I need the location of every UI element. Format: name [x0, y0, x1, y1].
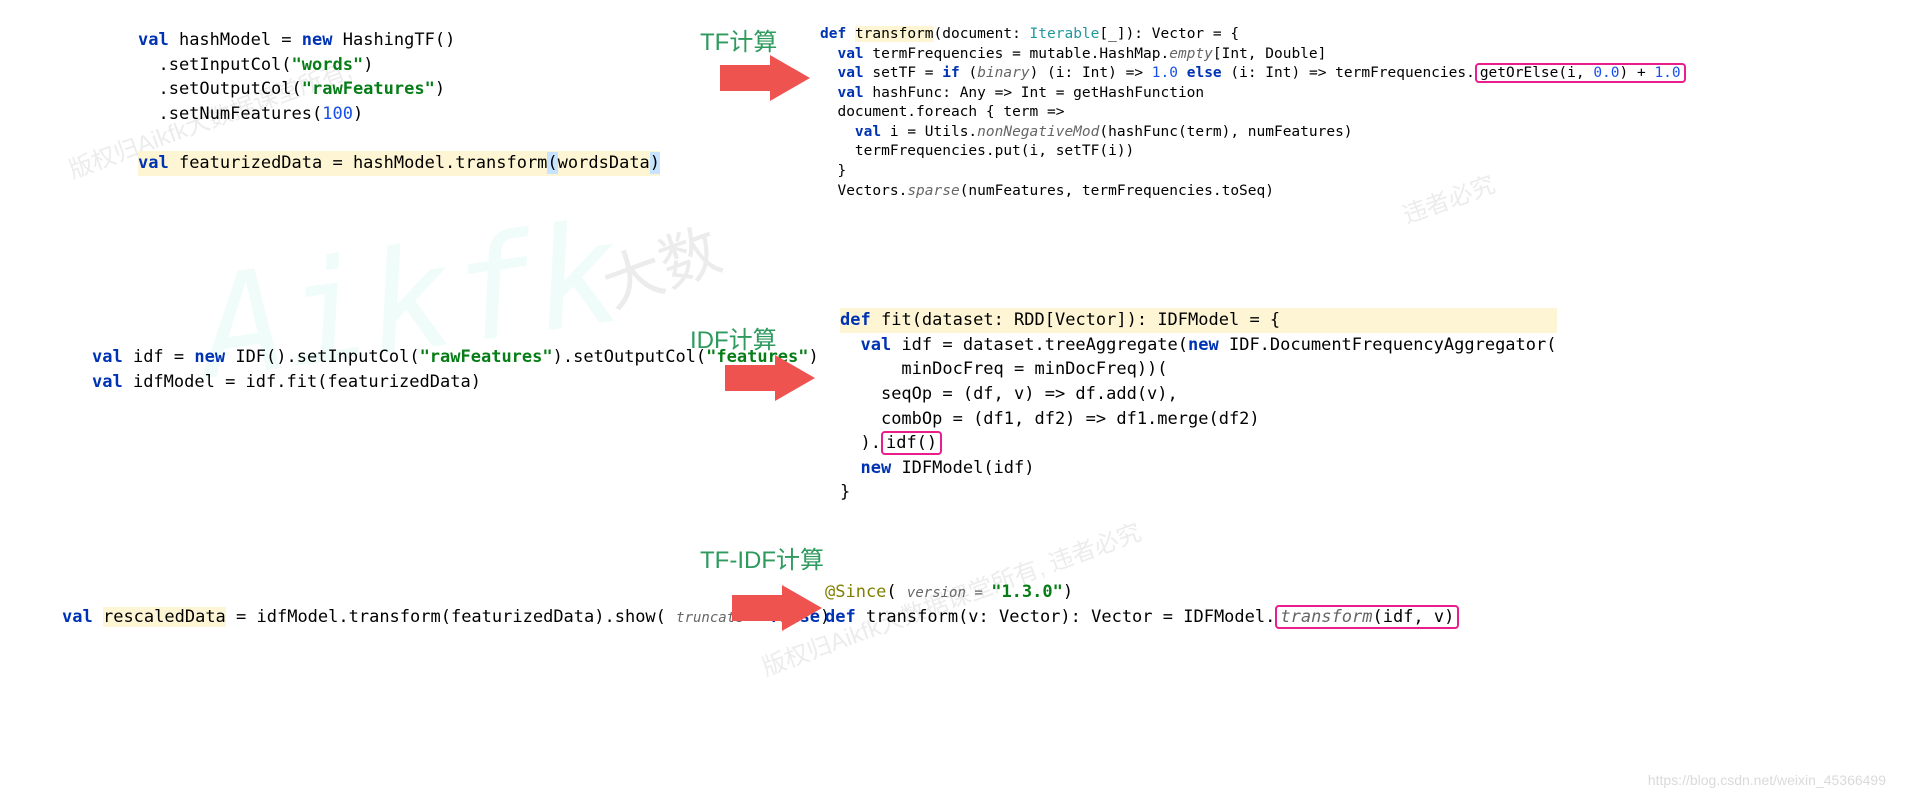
code-line: } — [840, 480, 1557, 505]
code-line: val idf = dataset.treeAggregate(new IDF.… — [840, 333, 1557, 358]
tf-label: TF计算 — [700, 22, 777, 57]
code-line: def transform(v: Vector): Vector = IDFMo… — [825, 605, 1459, 630]
code-right-tf: def transform(document: Iterable[_]): Ve… — [820, 25, 1686, 201]
code-line-highlighted: val featurizedData = hashModel.transform… — [138, 151, 660, 176]
code-right-idf: def fit(dataset: RDD[Vector]): IDFModel … — [840, 308, 1557, 505]
code-left-block3: val rescaledData = idfModel.transform(fe… — [62, 605, 830, 630]
code-line: minDocFreq = minDocFreq))( — [840, 357, 1557, 382]
code-line: val idfModel = idf.fit(featurizedData) — [92, 370, 819, 395]
code-line: def fit(dataset: RDD[Vector]): IDFModel … — [840, 308, 1557, 333]
code-left-block1: val hashModel = new HashingTF() .setInpu… — [138, 28, 660, 176]
code-line — [138, 127, 660, 152]
code-line: val termFrequencies = mutable.HashMap.em… — [820, 45, 1686, 65]
code-line: .setNumFeatures(100) — [138, 102, 660, 127]
code-line: document.foreach { term => — [820, 103, 1686, 123]
arrow-icon — [732, 585, 822, 631]
code-line: termFrequencies.put(i, setTF(i)) — [820, 142, 1686, 162]
code-line: .setInputCol("words") — [138, 53, 660, 78]
code-line: val i = Utils.nonNegativeMod(hashFunc(te… — [820, 123, 1686, 143]
code-line: val hashFunc: Any => Int = getHashFuncti… — [820, 84, 1686, 104]
code-line: } — [820, 162, 1686, 182]
watermark-text: 大数 — [589, 202, 732, 325]
code-line: combOp = (df1, df2) => df1.merge(df2) — [840, 407, 1557, 432]
arrow-icon — [725, 355, 815, 401]
code-line: val hashModel = new HashingTF() — [138, 28, 660, 53]
tfidf-label: TF-IDF计算 — [700, 540, 824, 575]
code-line: @Since( version = "1.3.0") — [825, 580, 1459, 605]
code-line: ).idf() — [840, 431, 1557, 456]
code-line: Vectors.sparse(numFeatures, termFrequenc… — [820, 182, 1686, 202]
idf-label: IDF计算 — [690, 320, 777, 355]
code-right-tfidf: @Since( version = "1.3.0") def transform… — [825, 580, 1459, 629]
code-line: val setTF = if (binary) (i: Int) => 1.0 … — [820, 64, 1686, 84]
code-line: def transform(document: Iterable[_]): Ve… — [820, 25, 1686, 45]
code-line: .setOutputCol("rawFeatures") — [138, 77, 660, 102]
code-line: new IDFModel(idf) — [840, 456, 1557, 481]
code-line: val rescaledData = idfModel.transform(fe… — [62, 605, 830, 630]
code-line: seqOp = (df, v) => df.add(v), — [840, 382, 1557, 407]
arrow-icon — [720, 55, 810, 101]
blog-url-watermark: https://blog.csdn.net/weixin_45366499 — [1648, 772, 1886, 788]
